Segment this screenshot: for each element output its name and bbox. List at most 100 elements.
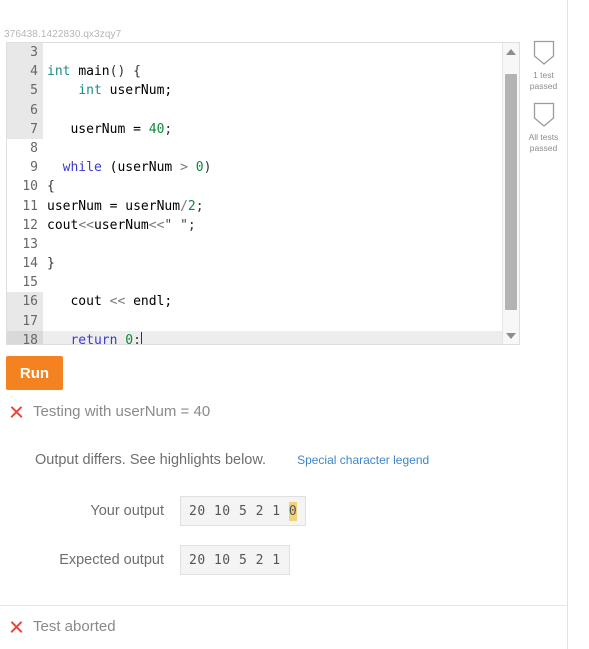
code-line[interactable]: 3 xyxy=(7,43,502,63)
code-token: while xyxy=(62,160,102,176)
code-token: " " xyxy=(164,217,188,233)
code-token: ; xyxy=(133,332,141,344)
code-token: 40 xyxy=(148,121,165,137)
line-number: 4 xyxy=(7,62,43,82)
submission-id: 376438.1422830.qx3zqy7 xyxy=(4,29,122,40)
code-line[interactable]: 14} xyxy=(7,254,502,274)
code-token: endl; xyxy=(125,294,173,310)
code-line-text[interactable] xyxy=(43,101,502,120)
code-line-text[interactable] xyxy=(43,273,502,292)
code-line[interactable]: 17 xyxy=(7,311,502,331)
code-line[interactable]: 4 int main() { xyxy=(7,62,502,82)
code-line-text[interactable]: userNum = 40; xyxy=(43,120,502,139)
code-token: cout xyxy=(47,217,79,233)
panel-divider-vertical xyxy=(567,0,568,649)
code-token: userNum = xyxy=(47,121,149,137)
test-badge-2-line2: passed xyxy=(529,143,558,153)
code-token: / xyxy=(180,198,188,214)
line-number: 6 xyxy=(7,100,43,120)
code-line[interactable]: 10{ xyxy=(7,177,502,197)
code-line-text[interactable] xyxy=(43,235,502,254)
expected-output-row: Expected output 20 10 5 2 1 xyxy=(0,545,400,575)
code-line-text[interactable] xyxy=(43,139,502,158)
your-output-value: 20 10 5 2 1 0 xyxy=(180,496,307,526)
code-token: 2 xyxy=(187,198,196,214)
expected-output-label: Expected output xyxy=(59,552,164,568)
code-token: cout xyxy=(47,294,110,310)
text-cursor xyxy=(140,331,142,344)
special-character-legend-link[interactable]: Special character legend xyxy=(297,453,429,467)
code-editor-text-area[interactable]: 3 4 int main() {5 int userNum; 6 7 userNum =… xyxy=(7,43,502,344)
code-line-text[interactable]: while (userNum > 0) xyxy=(43,158,502,177)
code-line-text[interactable] xyxy=(43,43,502,62)
code-token: return xyxy=(70,332,118,344)
line-number: 9 xyxy=(7,158,43,178)
line-number: 16 xyxy=(7,292,43,312)
code-line[interactable]: 5 int userNum; xyxy=(7,81,502,101)
your-output-text: 20 10 5 2 1 xyxy=(189,503,289,519)
test-result-header: Testing with userNum = 40 xyxy=(0,403,567,420)
code-line-text[interactable]: int userNum; xyxy=(43,81,502,100)
code-line-text[interactable]: cout<<userNum<<" "; xyxy=(43,216,502,235)
code-token: << xyxy=(78,217,94,233)
code-token: 0 xyxy=(125,332,134,344)
code-line[interactable]: 18 return 0; xyxy=(7,330,502,344)
code-token: } xyxy=(47,256,55,272)
code-line-text[interactable]: return 0; xyxy=(43,331,502,344)
code-token: ) xyxy=(203,160,212,176)
line-number: 3 xyxy=(7,43,43,63)
x-mark-icon xyxy=(8,404,24,420)
diff-message: Output differs. See highlights below. xyxy=(35,452,267,468)
line-number: 15 xyxy=(7,273,43,293)
run-button[interactable]: Run xyxy=(6,356,63,390)
code-token: << xyxy=(109,294,126,310)
expected-output-value: 20 10 5 2 1 xyxy=(180,545,290,575)
line-number: 11 xyxy=(7,196,43,216)
code-line-text[interactable]: userNum = userNum/2; xyxy=(43,197,502,216)
line-number: 8 xyxy=(7,138,43,159)
code-editor[interactable]: 3 4 int main() {5 int userNum; 6 7 userNum =… xyxy=(6,42,520,345)
code-token: userNum; xyxy=(101,83,173,99)
code-token: ; xyxy=(187,217,196,233)
code-line[interactable]: 6 xyxy=(7,100,502,120)
line-number: 18 xyxy=(7,330,43,344)
code-token: (userNum xyxy=(101,160,181,176)
line-number: 12 xyxy=(7,215,43,235)
line-number: 17 xyxy=(7,311,43,331)
line-number: 5 xyxy=(7,81,43,101)
shield-badge-icon xyxy=(533,40,555,66)
code-line[interactable]: 7 userNum = 40; xyxy=(7,119,502,139)
scrollbar-thumb[interactable] xyxy=(505,74,517,310)
code-line-text[interactable]: cout << endl; xyxy=(43,292,502,311)
test-badge-2-line1: All tests xyxy=(528,132,559,142)
test-case-title: Testing with userNum = 40 xyxy=(33,403,211,420)
code-line[interactable]: 13 xyxy=(7,234,502,255)
test-aborted-row: Test aborted xyxy=(0,618,116,635)
code-line[interactable]: 8 xyxy=(7,138,502,159)
code-token: userNum = userNum xyxy=(47,198,181,214)
code-line[interactable]: 15 xyxy=(7,273,502,293)
editor-vertical-scrollbar[interactable] xyxy=(502,43,519,344)
code-token: ; xyxy=(164,121,173,137)
code-line[interactable]: 9 while (userNum > 0) xyxy=(7,158,502,178)
code-line[interactable]: 16 cout << endl; xyxy=(7,292,502,312)
your-output-label: Your output xyxy=(90,503,164,519)
code-token: int xyxy=(78,83,102,99)
test-status-panel: 1 test passed All tests passed xyxy=(521,36,566,506)
triangle-up-icon[interactable] xyxy=(503,43,519,60)
line-number: 14 xyxy=(7,254,43,274)
test-badge-all-tests-passed: All tests passed xyxy=(521,102,566,154)
code-line-text[interactable]: int main() { xyxy=(43,62,502,81)
code-line-text[interactable]: } xyxy=(43,254,502,273)
code-line[interactable]: 11 userNum = userNum/2; xyxy=(7,196,502,216)
code-token: << xyxy=(148,217,165,233)
submission-page: 376438.1422830.qx3zqy7 3 4 int main() {5 i… xyxy=(0,0,589,649)
code-line-text[interactable]: { xyxy=(43,177,502,196)
triangle-down-icon[interactable] xyxy=(503,327,519,344)
code-line-text[interactable] xyxy=(43,312,502,331)
code-line[interactable]: 12 cout<<userNum<<" "; xyxy=(7,215,502,235)
code-token: main xyxy=(78,64,110,80)
